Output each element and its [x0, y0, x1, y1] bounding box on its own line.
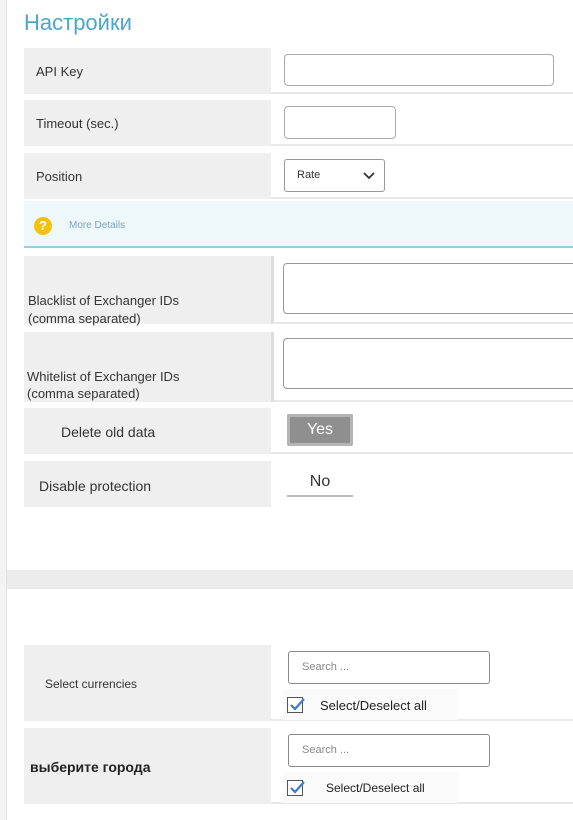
- blacklist-textarea[interactable]: [283, 263, 573, 314]
- disable-protection-row: Disable protection No: [24, 461, 573, 507]
- page-title: Настройки: [24, 10, 132, 35]
- blacklist-label-line2: (comma separated): [28, 311, 141, 326]
- api-key-row: API Key: [24, 48, 573, 94]
- position-label: Position: [36, 169, 83, 184]
- cities-label: выберите города: [30, 759, 151, 775]
- position-select[interactable]: Rate: [284, 159, 385, 192]
- filters-panel: Select currencies Search ... Select/Dese…: [7, 589, 573, 820]
- more-details-bar[interactable]: ? More Details: [24, 201, 573, 248]
- delete-old-data-label-cell: Delete old data: [24, 408, 271, 454]
- currencies-search-input[interactable]: Search ...: [288, 651, 490, 684]
- chevron-down-icon: [363, 172, 375, 180]
- currencies-label: Select currencies: [45, 677, 138, 691]
- settings-panel: Настройки API Key Timeout (sec.) Positio…: [7, 0, 573, 570]
- api-key-input[interactable]: [284, 54, 554, 86]
- whitelist-textarea[interactable]: [283, 338, 573, 389]
- more-details-link[interactable]: More Details: [69, 220, 125, 231]
- left-border: [0, 0, 7, 820]
- disable-protection-toggle[interactable]: No: [287, 467, 353, 497]
- disable-protection-label: Disable protection: [39, 478, 152, 494]
- timeout-label: Timeout (sec.): [36, 116, 119, 131]
- currencies-search-placeholder: Search ...: [302, 661, 350, 673]
- currencies-label-cell: Select currencies: [24, 645, 271, 721]
- cities-search-placeholder: Search ...: [302, 744, 350, 756]
- cities-row: выберите города Search ... Select/Desele…: [24, 728, 573, 804]
- checkmark-icon: [290, 781, 305, 794]
- timeout-row: Timeout (sec.): [24, 100, 573, 146]
- cities-label-cell: выберите города: [24, 728, 271, 804]
- delete-old-data-row: Delete old data Yes: [24, 408, 573, 454]
- timeout-label-cell: Timeout (sec.): [24, 100, 271, 146]
- delete-old-data-toggle[interactable]: Yes: [287, 414, 353, 446]
- whitelist-label-line1: Whitelist of Exchanger IDs: [27, 369, 180, 384]
- position-row: Position Rate: [24, 153, 573, 199]
- whitelist-label-cell: Whitelist of Exchanger IDs (comma separa…: [24, 332, 271, 402]
- timeout-input[interactable]: [284, 106, 396, 139]
- disable-protection-label-cell: Disable protection: [24, 461, 271, 507]
- checkmark-icon: [290, 698, 305, 711]
- whitelist-label-line2: (comma separated): [27, 386, 140, 401]
- currencies-checkbox[interactable]: [287, 697, 305, 713]
- blacklist-label-cell: Blacklist of Exchanger IDs (comma separa…: [24, 256, 271, 326]
- cities-search-input[interactable]: Search ...: [288, 734, 490, 767]
- question-icon: ?: [34, 217, 52, 235]
- currencies-select-all-label: Select/Deselect all: [320, 698, 427, 713]
- blacklist-label-line1: Blacklist of Exchanger IDs: [28, 293, 180, 308]
- currencies-select-all[interactable]: Select/Deselect all: [283, 689, 458, 720]
- position-label-cell: Position: [24, 153, 271, 199]
- cities-select-all-label: Select/Deselect all: [326, 781, 425, 795]
- api-key-label: API Key: [36, 64, 83, 79]
- whitelist-row: Whitelist of Exchanger IDs (comma separa…: [24, 332, 573, 402]
- cities-checkbox[interactable]: [287, 780, 305, 796]
- blacklist-row: Blacklist of Exchanger IDs (comma separa…: [24, 256, 573, 326]
- cities-select-all[interactable]: Select/Deselect all: [283, 772, 458, 803]
- position-select-value: Rate: [297, 169, 321, 181]
- api-key-label-cell: API Key: [24, 48, 271, 94]
- currencies-row: Select currencies Search ... Select/Dese…: [24, 645, 573, 721]
- delete-old-data-label: Delete old data: [61, 424, 156, 440]
